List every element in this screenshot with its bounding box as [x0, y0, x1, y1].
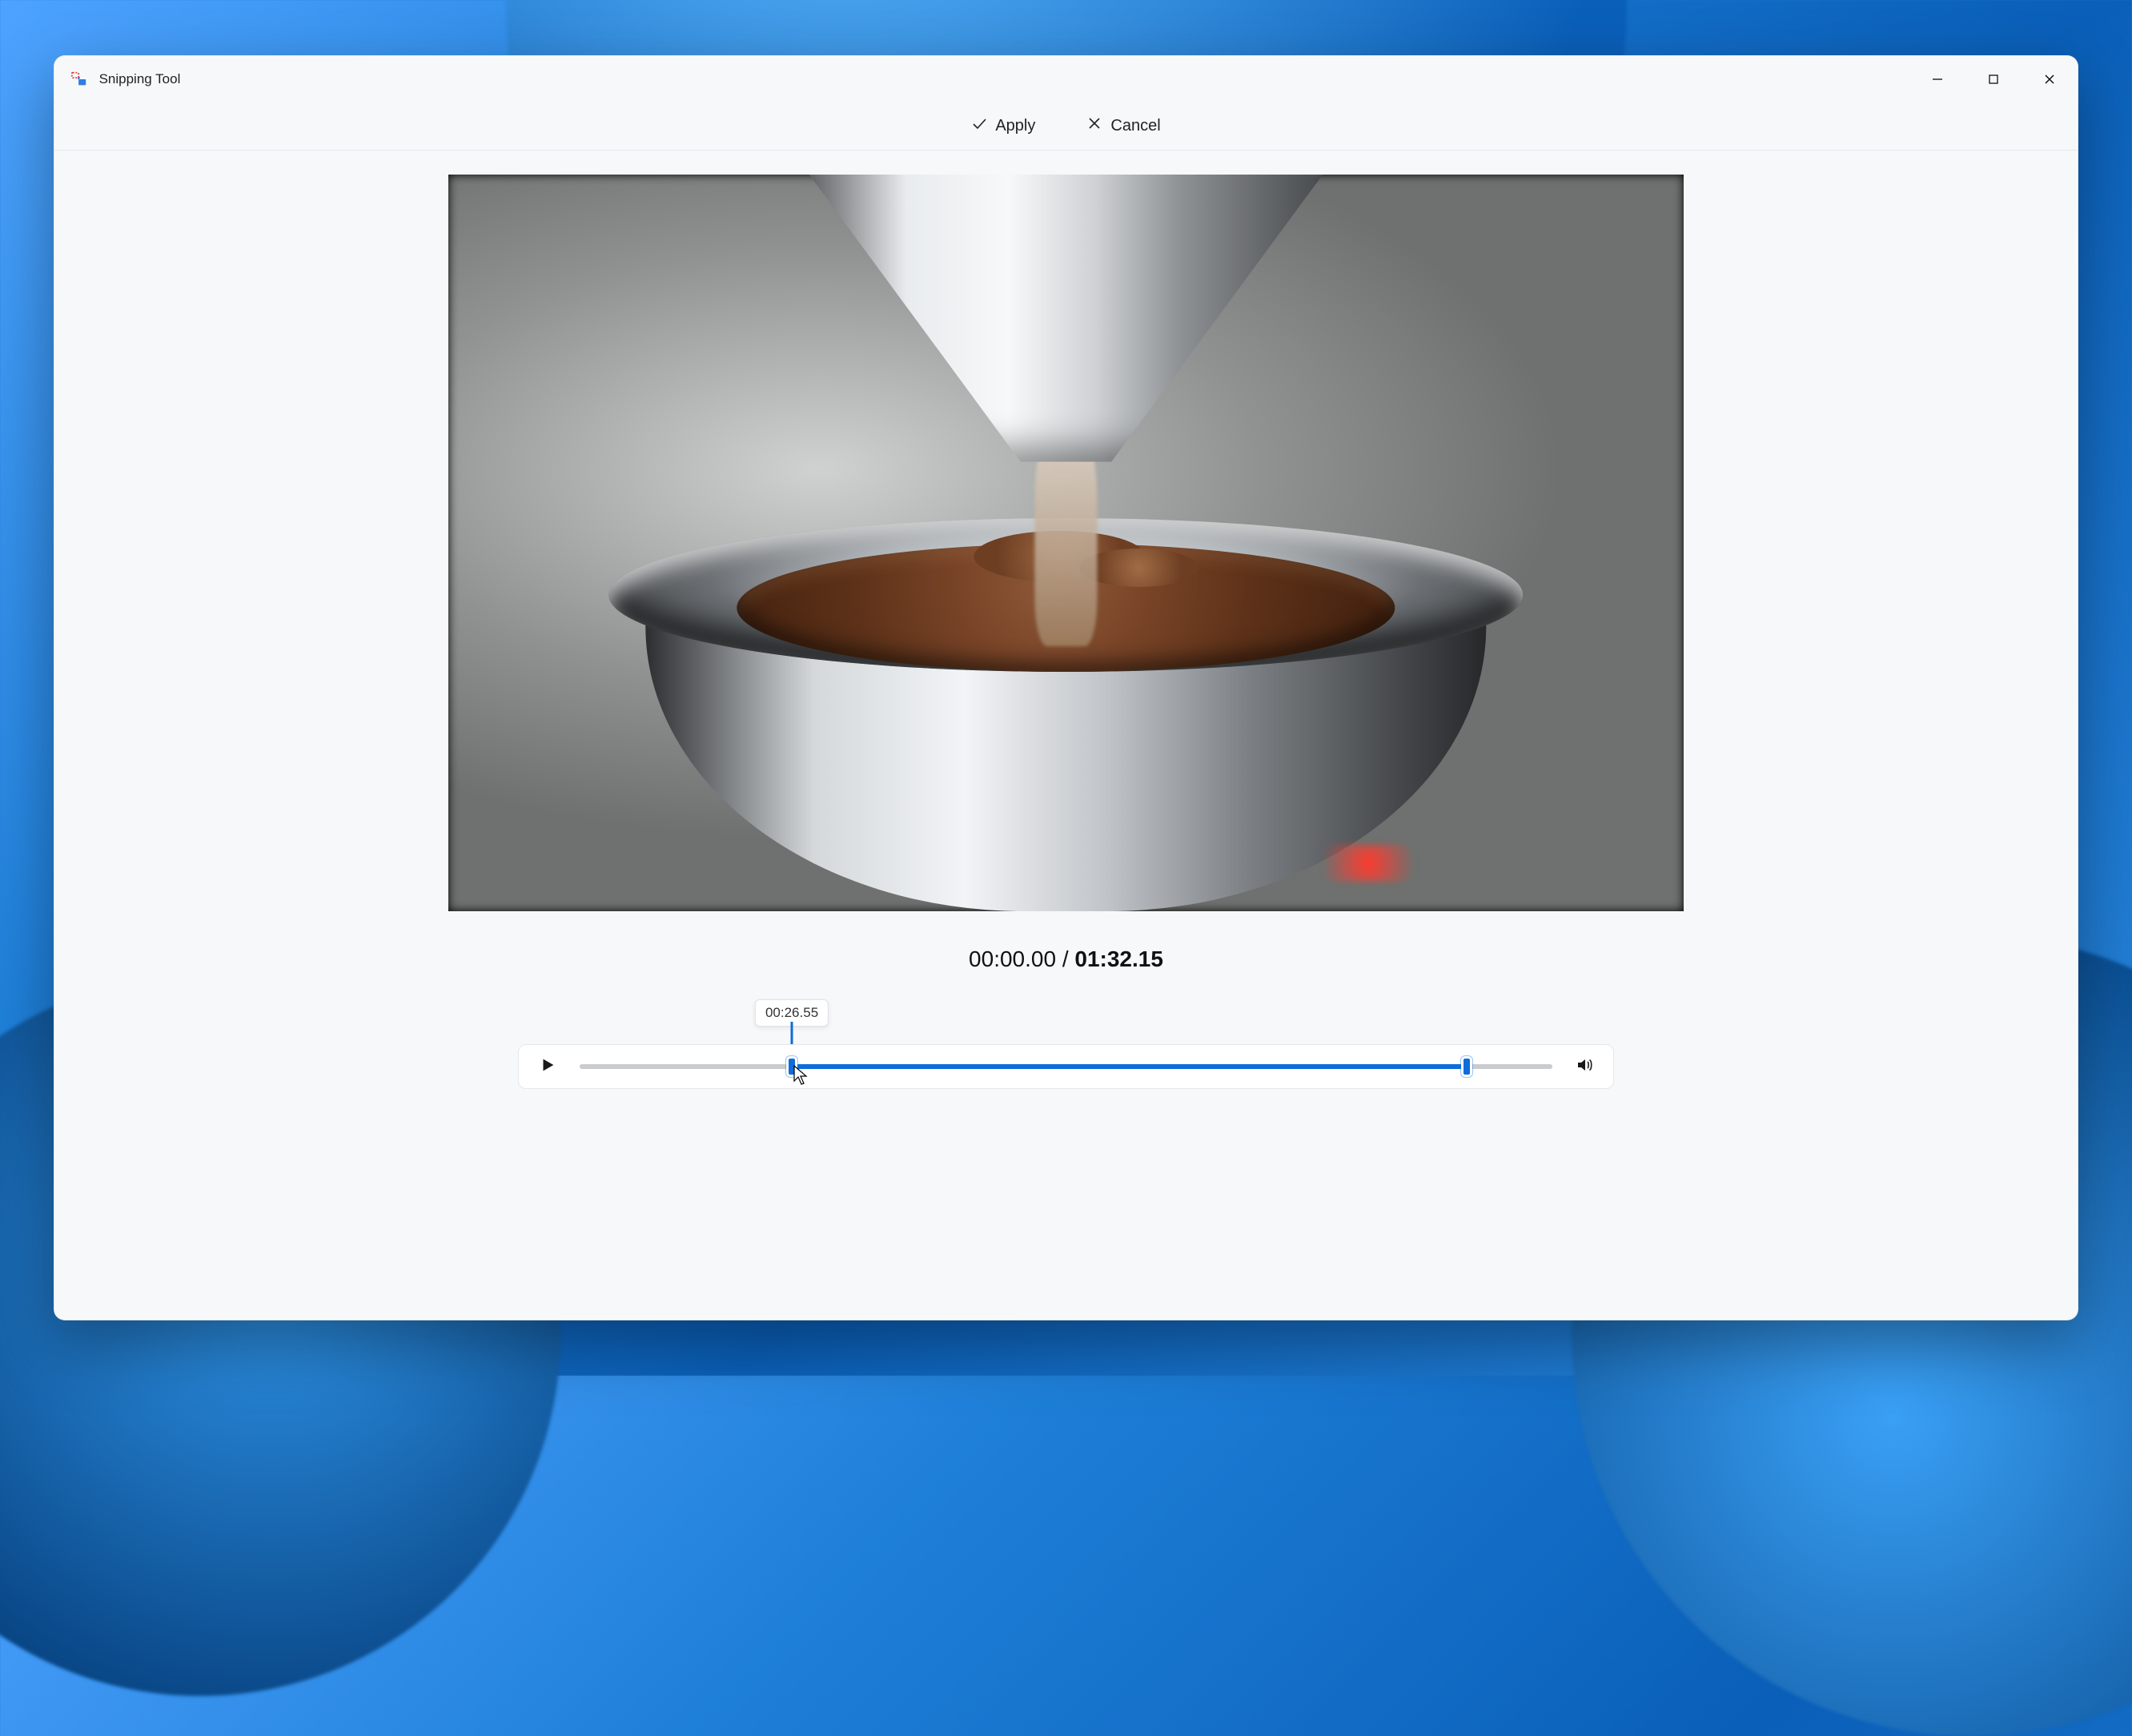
- content-area: 00:00.00 / 01:32.15 00:26.55: [54, 151, 2078, 1320]
- window-controls: [1909, 56, 2078, 102]
- app-window: Snipping Tool Apply Cancel: [54, 55, 2079, 1321]
- time-display: 00:00.00 / 01:32.15: [969, 946, 1163, 972]
- apply-label: Apply: [995, 117, 1035, 135]
- trim-end-handle[interactable]: [1461, 1056, 1472, 1077]
- speaker-icon: [1575, 1055, 1594, 1079]
- cancel-label: Cancel: [1110, 117, 1160, 135]
- minimize-button[interactable]: [1909, 56, 1965, 102]
- app-title: Snipping Tool: [99, 71, 181, 87]
- titlebar: Snipping Tool: [54, 56, 2078, 102]
- play-button[interactable]: [536, 1055, 559, 1078]
- time-separator: /: [1056, 946, 1074, 971]
- player-bar-container: 00:26.55: [518, 1044, 1613, 1089]
- cancel-button[interactable]: Cancel: [1077, 109, 1170, 143]
- total-time: 01:32.15: [1074, 946, 1163, 971]
- maximize-button[interactable]: [1965, 56, 2022, 102]
- trim-start-handle[interactable]: [786, 1056, 797, 1077]
- play-icon: [539, 1056, 556, 1078]
- current-time: 00:00.00: [969, 946, 1056, 971]
- playhead-indicator: [791, 1022, 793, 1044]
- player-bar: [518, 1044, 1613, 1089]
- video-preview: [448, 175, 1683, 911]
- close-icon: [1086, 115, 1102, 136]
- app-icon: [70, 70, 88, 88]
- trim-track[interactable]: [580, 1064, 1552, 1069]
- checkmark-icon: [971, 115, 987, 136]
- trim-range: [792, 1064, 1467, 1069]
- apply-button[interactable]: Apply: [962, 109, 1045, 143]
- toolbar: Apply Cancel: [54, 102, 2078, 151]
- volume-button[interactable]: [1573, 1055, 1596, 1078]
- close-button[interactable]: [2022, 56, 2078, 102]
- tooltip-time: 00:26.55: [765, 1005, 818, 1020]
